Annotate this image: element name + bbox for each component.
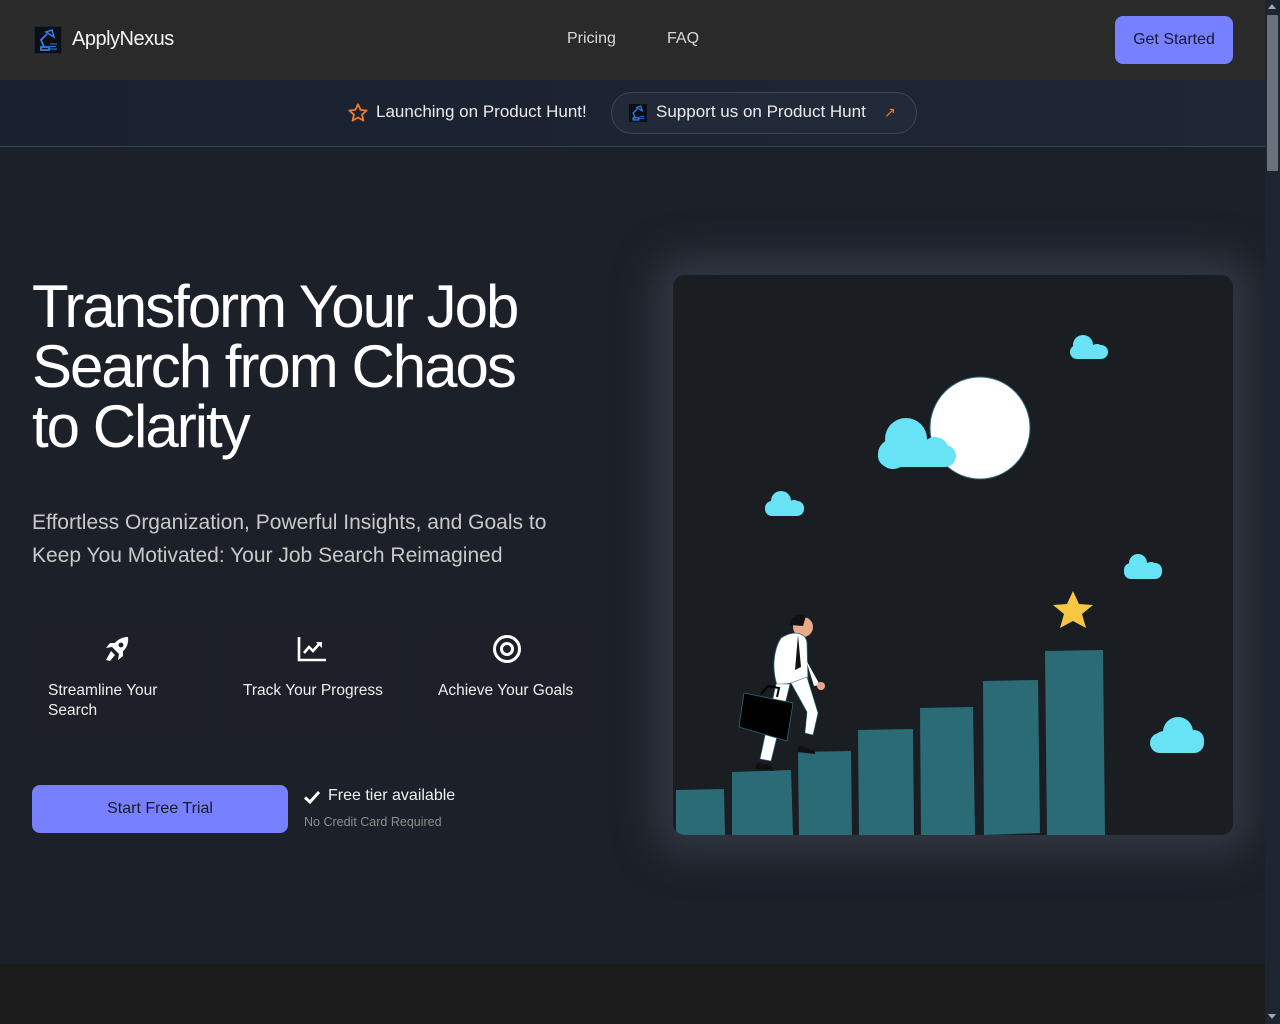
hero-headline: Transform Your Job Search from Chaos to … [32, 277, 632, 457]
step-bar [1045, 650, 1105, 835]
cloud-shape [765, 491, 804, 516]
step-bar [920, 707, 975, 835]
businessman-figure [738, 614, 825, 771]
step-bar [676, 789, 725, 835]
step-bars [676, 650, 1105, 835]
hero-subheadline: Effortless Organization, Powerful Insigh… [32, 511, 547, 567]
free-tier-label: Free tier available [328, 787, 456, 804]
step-bar [983, 680, 1040, 835]
headline-line: to Clarity [32, 393, 251, 460]
feature-card-track: Track Your Progress [227, 618, 399, 740]
top-navbar: ApplyNexus Pricing FAQ Get Started [0, 0, 1265, 80]
desk-lamp-icon[interactable] [34, 26, 62, 54]
goal-star-shape [1053, 591, 1093, 628]
brand-name[interactable]: ApplyNexus [72, 28, 174, 51]
nav-faq-link[interactable]: FAQ [667, 30, 699, 48]
feature-label: Streamline Your Search [48, 682, 158, 719]
star-outline-icon [347, 102, 369, 124]
rocket-icon [102, 634, 132, 664]
hero-illustration [673, 275, 1233, 835]
get-started-button[interactable]: Get Started [1115, 16, 1233, 64]
banner-text: Launching on Product Hunt! [376, 102, 587, 121]
cloud-shape [1070, 335, 1108, 359]
cloud-shape [1124, 554, 1162, 579]
cloud-shape [1150, 717, 1204, 753]
product-hunt-logo-icon [629, 104, 647, 122]
scroll-up-arrow-icon[interactable] [1268, 4, 1276, 9]
trending-chart-icon [297, 634, 327, 664]
page: ApplyNexus Pricing FAQ Get Started Launc… [0, 0, 1265, 1024]
feature-label: Track Your Progress [243, 682, 383, 699]
no-credit-card-label: No Credit Card Required [304, 815, 442, 829]
nav-pricing-link[interactable]: Pricing [567, 30, 616, 48]
step-bar [858, 729, 914, 835]
external-arrow-icon: ↗ [884, 104, 896, 120]
feature-card-streamline: Streamline Your Search [32, 618, 204, 740]
step-bar [732, 770, 793, 835]
step-bar [798, 751, 852, 835]
feature-card-achieve: Achieve Your Goals [422, 618, 594, 740]
headline-line: Transform Your Job [32, 273, 519, 340]
headline-line: Search from Chaos [32, 333, 517, 400]
scrollbar-thumb[interactable] [1267, 15, 1278, 171]
scroll-down-arrow-icon[interactable] [1268, 1014, 1276, 1019]
target-icon [492, 634, 522, 664]
start-free-trial-button[interactable]: Start Free Trial [32, 785, 288, 833]
support-product-hunt-label[interactable]: Support us on Product Hunt [656, 102, 866, 122]
feature-label: Achieve Your Goals [438, 682, 574, 699]
checkmark-icon [303, 788, 321, 806]
next-section [0, 964, 1265, 1024]
